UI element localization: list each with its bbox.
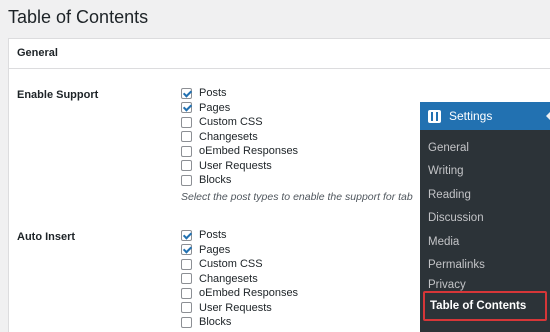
settings-submenu-list: General Writing Reading Discussion Media…	[420, 136, 550, 321]
auto-insert-option[interactable]: User Requests	[181, 301, 298, 316]
admin-settings-submenu: Settings General Writing Reading Discuss…	[420, 102, 550, 332]
submenu-item-discussion[interactable]: Discussion	[420, 207, 550, 231]
enable-support-option[interactable]: Custom CSS	[181, 115, 298, 130]
submenu-item-media[interactable]: Media	[420, 230, 550, 254]
checkbox[interactable]	[181, 273, 192, 285]
section-title: General	[17, 47, 58, 59]
page-title: Table of Contents	[8, 7, 149, 27]
auto-insert-option[interactable]: Pages	[181, 243, 298, 258]
enable-support-label: Enable Support	[17, 89, 99, 101]
auto-insert-label: Auto Insert	[17, 231, 76, 243]
checkbox[interactable]	[181, 116, 192, 128]
checkbox[interactable]	[181, 302, 192, 314]
checkbox[interactable]	[181, 316, 192, 328]
checkbox[interactable]	[181, 87, 192, 99]
submenu-item-table-of-contents[interactable]: Table of Contents	[423, 291, 547, 321]
enable-support-option[interactable]: Changesets	[181, 130, 298, 145]
auto-insert-options: Posts Pages Custom CSS Changesets oEmbed…	[181, 228, 298, 330]
checkbox[interactable]	[181, 244, 192, 256]
checkbox[interactable]	[181, 174, 192, 186]
checkbox[interactable]	[181, 258, 192, 270]
enable-support-option[interactable]: Posts	[181, 86, 298, 101]
enable-support-description: Select the post types to enable the supp…	[181, 191, 413, 203]
checkbox[interactable]	[181, 102, 192, 114]
auto-insert-option[interactable]: Custom CSS	[181, 257, 298, 272]
section-tab-general[interactable]: General	[9, 39, 550, 69]
settings-menu-header[interactable]: Settings	[420, 102, 550, 130]
checkbox[interactable]	[181, 131, 192, 143]
submenu-item-privacy[interactable]: Privacy	[420, 277, 550, 291]
enable-support-options: Posts Pages Custom CSS Changesets oEmbed…	[181, 86, 298, 188]
enable-support-option[interactable]: Blocks	[181, 173, 298, 188]
checkbox[interactable]	[181, 287, 192, 299]
submenu-item-permalinks[interactable]: Permalinks	[420, 254, 550, 278]
auto-insert-option[interactable]: Blocks	[181, 315, 298, 330]
auto-insert-option[interactable]: Posts	[181, 228, 298, 243]
enable-support-option[interactable]: Pages	[181, 101, 298, 116]
enable-support-option[interactable]: oEmbed Responses	[181, 144, 298, 159]
submenu-item-general[interactable]: General	[420, 136, 550, 160]
auto-insert-option[interactable]: Changesets	[181, 272, 298, 287]
checkbox[interactable]	[181, 160, 192, 172]
checkbox[interactable]	[181, 229, 192, 241]
auto-insert-option[interactable]: oEmbed Responses	[181, 286, 298, 301]
submenu-item-writing[interactable]: Writing	[420, 160, 550, 184]
submenu-item-reading[interactable]: Reading	[420, 183, 550, 207]
checkbox[interactable]	[181, 145, 192, 157]
menu-pointer-arrow	[546, 110, 550, 122]
settings-sliders-icon	[428, 109, 441, 123]
enable-support-option[interactable]: User Requests	[181, 159, 298, 174]
